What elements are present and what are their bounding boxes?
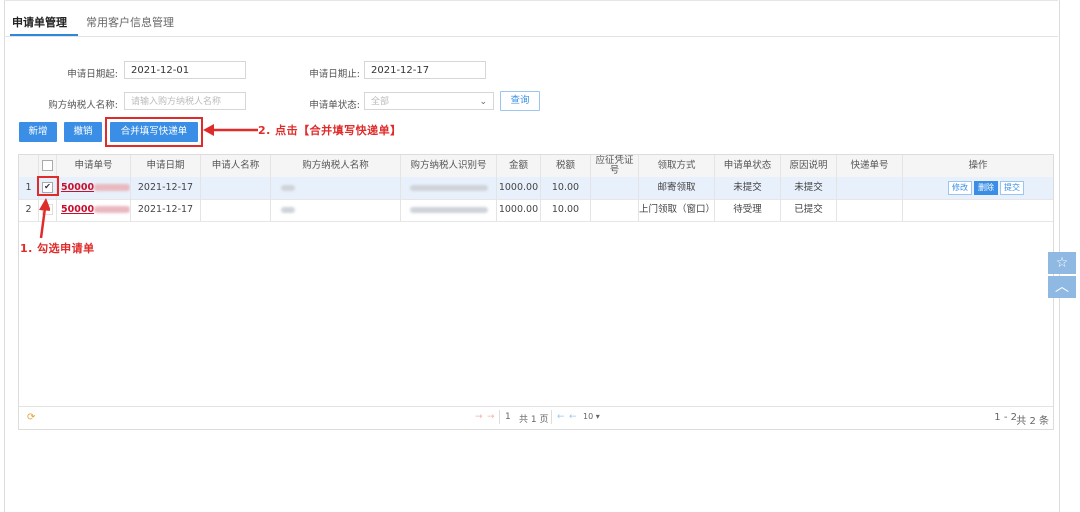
cell-reason: 已提交 [781,199,837,221]
status-label: 申请单状态: [309,100,360,111]
redacted-blur [94,184,130,191]
application-number[interactable]: 50000 [61,182,94,193]
first-page-icon[interactable]: → [475,412,483,422]
delete-button[interactable]: 删除 [974,180,998,195]
pager-divider [551,410,552,424]
arrow-up-annotation [39,198,50,239]
tab-customer-info[interactable]: 常用客户信息管理 [86,14,174,30]
edit-button[interactable]: 修改 [948,180,972,195]
active-tab-indicator [10,34,78,36]
cell-voucher [591,199,639,221]
cell-applicant [201,177,271,199]
buyer-name-label: 购方纳税人名称: [48,100,118,111]
header-cell: 购方纳税人识别号 [401,155,497,177]
header-index [19,155,39,177]
next-page-icon[interactable]: ← [557,412,565,422]
cell-date: 2021-12-17 [131,177,201,199]
cell-buyer-name [271,199,401,221]
submit-button[interactable]: 提交 [1000,180,1024,195]
cell-tax: 10.00 [541,199,591,221]
table-row[interactable]: 1 ✔ 50000 2021-12-17 1000.00 10.00 邮寄领取 … [19,177,1053,200]
step2-annotation: 2. 点击【合并填写快递单】 [258,124,402,137]
cell-applicant [201,199,271,221]
cell-express-no [837,199,903,221]
record-total: 共 2 条 [1016,416,1049,427]
cell-date: 2021-12-17 [131,199,201,221]
date-to-input[interactable]: 2021-12-17 [364,61,486,79]
cell-express-no [837,177,903,199]
header-cell: 税额 [541,155,591,177]
status-select-value: 全部 [371,97,390,107]
redacted-blur [409,206,488,213]
checkbox[interactable] [42,160,53,171]
header-cell: 快递单号 [837,155,903,177]
star-icon[interactable]: ☆ [1048,252,1076,274]
page-size-select[interactable]: 10 ▾ [583,412,600,421]
application-table: 申请单号 申请日期 申请人名称 购方纳税人名称 购方纳税人识别号 金额 税额 应… [18,154,1054,430]
cell-pickup: 邮寄领取 [639,177,715,199]
total-pages: 共 1 页 [519,415,549,425]
cell-tax: 10.00 [541,177,591,199]
header-cell: 金额 [497,155,541,177]
header-cell: 申请日期 [131,155,201,177]
date-from-input[interactable]: 2021-12-01 [124,61,246,79]
highlight-box-merge [105,117,203,147]
date-from-label: 申请日期起: [67,69,118,80]
buyer-name-input[interactable]: 请输入购方纳税人名称 [124,92,246,110]
application-number-link[interactable]: 50000 [57,199,131,221]
cell-status: 未提交 [715,177,781,199]
cell-pickup: 上门领取（窗口） [639,199,715,221]
redacted-blur [281,206,295,213]
table-header: 申请单号 申请日期 申请人名称 购方纳税人名称 购方纳税人识别号 金额 税额 应… [19,155,1053,178]
cell-reason: 未提交 [781,177,837,199]
header-cell: 申请单号 [57,155,131,177]
cell-buyer-id [401,177,497,199]
header-cell: 申请单状态 [715,155,781,177]
cell-amount: 1000.00 [497,177,541,199]
cell-buyer-name [271,177,401,199]
page-size-value: 10 [583,412,594,421]
pager-divider [499,410,500,424]
header-cell: 领取方式 [639,155,715,177]
header-cell: 操作 [968,160,988,171]
application-number-link[interactable]: 50000 [57,177,131,199]
highlight-box-checkbox [37,176,59,196]
prev-page-icon[interactable]: → [487,412,495,422]
record-range: 1 - 2 [994,412,1017,423]
status-select[interactable]: 全部 ⌄ [364,92,494,110]
chevron-up-icon[interactable]: ︿ [1048,276,1076,298]
date-to-label: 申请日期止: [309,69,360,80]
application-number[interactable]: 50000 [61,204,94,215]
redacted-blur [409,184,488,191]
cell-buyer-id [401,199,497,221]
tab-bar: 申请单管理 常用客户信息管理 [4,6,1058,37]
top-border [4,0,1058,5]
add-button[interactable]: 新增 [19,122,57,142]
header-cell: 申请人名称 [201,155,271,177]
redacted-blur [94,206,130,213]
header-cell: 应征凭证号 [591,155,639,177]
cell-voucher [591,177,639,199]
cell-actions [903,199,1053,221]
page-number-input[interactable]: 1 [505,412,511,422]
tab-application-management[interactable]: 申请单管理 [12,14,67,30]
header-cell: 购方纳税人名称 [271,155,401,177]
cell-amount: 1000.00 [497,199,541,221]
header-cell: 原因说明 [781,155,837,177]
cell-actions: 修改 删除 提交 [903,177,1053,199]
chevron-down-icon: ⌄ [479,97,487,107]
step1-annotation: 1. 勾选申请单 [20,242,95,255]
redacted-blur [281,184,295,191]
arrow-left-annotation [203,124,258,136]
last-page-icon[interactable]: ← [569,412,577,422]
refresh-icon[interactable]: ⟳ [27,412,35,423]
cell-status: 待受理 [715,199,781,221]
header-select-all[interactable] [39,155,57,177]
query-button[interactable]: 查询 [500,91,540,111]
pagination-bar: ⟳ → → 1 共 1 页 ← ← 10 ▾ 1 - 2 共 2 条 [19,406,1053,429]
table-row[interactable]: 2 50000 2021-12-17 1000.00 10.00 上门领取（窗口… [19,199,1053,222]
revoke-button[interactable]: 撤销 [64,122,102,142]
